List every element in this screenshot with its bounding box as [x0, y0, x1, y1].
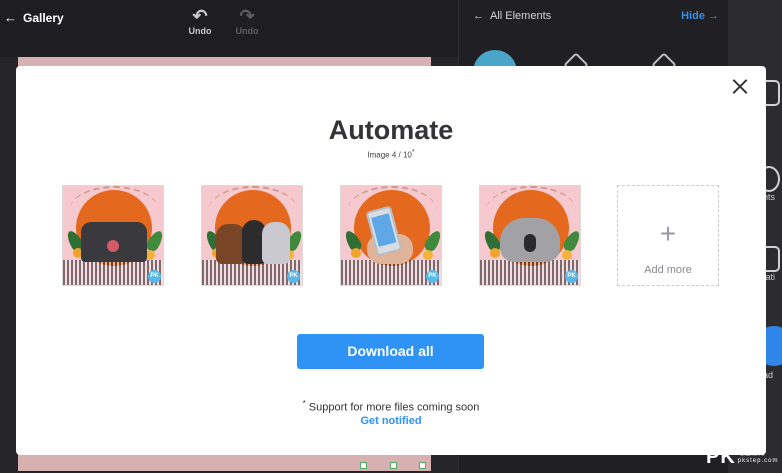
get-notified-link[interactable]: Get notified — [16, 415, 766, 427]
pk-badge: PK — [287, 270, 300, 283]
arrow-left-icon: ← — [4, 10, 17, 25]
horse-photo — [262, 222, 290, 264]
modal-title: Automate — [328, 115, 454, 145]
redo-label: Undo — [235, 26, 259, 36]
undo-icon: ↶ — [192, 6, 208, 26]
download-all-button[interactable]: Download all — [297, 334, 484, 369]
image-counter: Image 4 / 10* — [16, 149, 766, 160]
redo-button[interactable]: ↷ Undo — [227, 6, 267, 36]
editor-topbar: ← Gallery ↶ Undo ↷ Undo — [0, 0, 458, 57]
back-to-gallery-button[interactable]: ← Gallery — [4, 10, 64, 25]
pk-watermark-logo: PK 電腦應用 pkstep.com — [706, 446, 778, 469]
undo-label: Undo — [188, 26, 212, 36]
add-more-button[interactable]: + Add more — [617, 185, 719, 286]
pk-badge: PK — [426, 270, 439, 283]
thumbnail-image-3[interactable]: PK — [340, 185, 442, 286]
image-counter-text: Image 4 / 10 — [367, 150, 412, 160]
watermark-text: PK — [706, 446, 736, 468]
flower-graphic — [490, 248, 500, 258]
flower-graphic — [351, 248, 361, 258]
people-photo — [81, 222, 147, 262]
arrow-right-icon: → — [708, 10, 719, 22]
support-note: * Support for more files coming soon — [16, 399, 766, 414]
redo-icon: ↷ — [239, 6, 255, 26]
footnote-mark: * — [302, 399, 306, 408]
resize-handle[interactable] — [360, 462, 367, 469]
panel-header: ← All Elements Hide → — [459, 0, 729, 34]
watermark-caption: 電腦應用 pkstep.com — [738, 451, 779, 465]
flower-graphic — [562, 250, 572, 260]
panel-title: All Elements — [490, 10, 552, 22]
add-more-label: Add more — [644, 264, 692, 276]
pk-badge: PK — [565, 270, 578, 283]
support-note-text: Support for more files coming soon — [308, 401, 480, 414]
flower-graphic — [423, 250, 433, 260]
footnote-mark: * — [411, 149, 415, 156]
watermark-line-1: 電腦應用 — [737, 450, 766, 457]
resize-handle[interactable] — [390, 462, 397, 469]
undo-button[interactable]: ↶ Undo — [180, 6, 220, 36]
all-elements-link[interactable]: ← All Elements — [473, 10, 551, 22]
thumbnail-image-4[interactable]: PK — [479, 185, 581, 286]
back-label: Gallery — [23, 10, 64, 25]
plus-icon: + — [659, 218, 677, 249]
close-icon[interactable] — [732, 78, 748, 94]
arrow-left-icon: ← — [473, 10, 484, 22]
thumbnail-image-2[interactable]: PK — [201, 185, 303, 286]
resize-handle[interactable] — [419, 462, 426, 469]
automate-modal: Automate Image 4 / 10* PK PK PK PK + Add… — [16, 66, 766, 455]
hide-panel-button[interactable]: Hide → — [681, 10, 719, 22]
koala-photo — [500, 218, 560, 262]
hide-label: Hide — [681, 10, 705, 22]
pk-badge: PK — [148, 270, 161, 283]
thumbnail-image-1[interactable]: PK — [62, 185, 164, 286]
watermark-line-2: pkstep.com — [737, 457, 779, 464]
